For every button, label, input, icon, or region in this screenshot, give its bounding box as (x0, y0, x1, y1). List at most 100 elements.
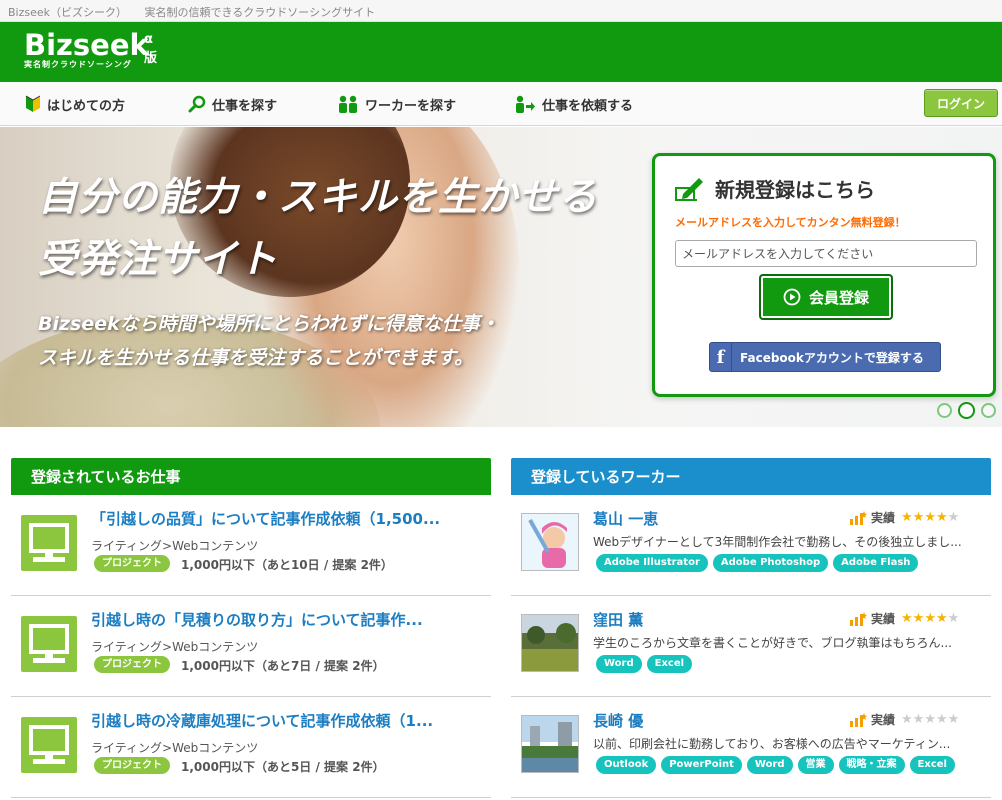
skill-tag[interactable]: Adobe Flash (833, 554, 919, 572)
star-filled-icon: ★ (935, 611, 948, 626)
hero-headline: 自分の能力・スキルを生かせる 受発注サイト (38, 167, 598, 291)
skill-tag[interactable]: Adobe Photoshop (712, 554, 829, 572)
skill-tag[interactable]: Excel (646, 655, 693, 673)
pencil-note-icon (675, 177, 703, 201)
play-circle-icon (783, 288, 801, 306)
facebook-register-label: Facebookアカウントで登録する (740, 350, 924, 365)
site-top-strip: Bizseek（ビズシーク） 実名制の信頼できるクラウドソーシングサイト (0, 0, 1002, 22)
nav-label-post-job: 仕事を依頼する (542, 98, 634, 114)
job-title-link[interactable]: 引越し時の「見積りの取り方」について記事作... (91, 609, 423, 630)
worker-rating: 実績 ★ ★ ★ ★ ★ (849, 509, 959, 526)
job-title-link[interactable]: 引越し時の冷蔵庫処理について記事作成依頼（1... (91, 710, 433, 731)
beginner-mark-icon (25, 95, 41, 112)
star-rating: ★ ★ ★ ★ ★ (901, 713, 959, 726)
worker-avatar[interactable] (521, 715, 579, 773)
job-category: ライティング>Webコンテンツ (91, 539, 259, 553)
workers-section: 登録しているワーカー 葛山 一恵 実績 ★ ★ ★ ★ ★ Webデザイナーとして3年間… (511, 458, 991, 798)
monitor-icon (21, 515, 77, 571)
nav-item-post-job[interactable]: 仕事を依頼する (514, 82, 633, 126)
nav-item-beginner[interactable]: はじめての方 (25, 82, 125, 126)
skill-tag[interactable]: Adobe Illustrator (596, 554, 708, 572)
login-button[interactable]: ログイン (924, 89, 998, 117)
nav-item-find-workers[interactable]: ワーカーを探す (337, 82, 456, 126)
jobs-heading: 登録されているお仕事 (11, 458, 491, 495)
register-submit-button[interactable]: 会員登録 (759, 274, 893, 320)
skill-tag[interactable]: PowerPoint (661, 756, 742, 774)
worker-rating: 実績 ★ ★ ★ ★ ★ (849, 610, 959, 627)
worker-avatar[interactable] (521, 513, 579, 571)
worker-rating: 実績 ★ ★ ★ ★ ★ (849, 711, 959, 728)
people-icon (339, 95, 357, 113)
star-rating: ★ ★ ★ ★ ★ (901, 511, 959, 524)
skill-tag[interactable]: Outlook (596, 756, 657, 774)
nav-label-beginner: はじめての方 (47, 98, 126, 114)
worker-description: 以前、印刷会社に勤務しており、お客様への広告やマーケティン... (593, 737, 951, 751)
star-empty-icon: ★ (935, 712, 948, 727)
job-type-badge: プロジェクト (94, 757, 170, 774)
slider-dot-2[interactable] (958, 402, 975, 419)
job-category: ライティング>Webコンテンツ (91, 741, 259, 755)
skill-tag[interactable]: Excel (909, 756, 955, 774)
slider-dot-3[interactable] (981, 403, 996, 418)
trophy-chart-icon (850, 611, 867, 626)
star-filled-icon: ★ (924, 611, 936, 626)
jobs-section: 登録されているお仕事 「引越しの品質」について記事作成依頼（1,500... ラ… (11, 458, 491, 798)
facebook-register-button[interactable]: f Facebookアカウントで登録する (709, 342, 941, 372)
main-nav: はじめての方 仕事を探す ワーカーを探す 仕事を依頼する ログイン (0, 82, 1002, 126)
site-subtitle-text: 実名制の信頼できるクラウドソーシングサイト (144, 6, 376, 19)
bizseek-logo[interactable]: Bizseek α版 実名制クラウドソーシング (24, 28, 157, 70)
job-item: 引越し時の「見積りの取り方」について記事作... ライティング>Webコンテンツ… (11, 596, 491, 697)
skill-tag[interactable]: 営業 (797, 756, 834, 774)
job-info: 1,000円以下（あと10日 / 提案 2件） (181, 558, 393, 572)
star-rating: ★ ★ ★ ★ ★ (901, 612, 959, 625)
worker-name-link[interactable]: 窪田 薫 (593, 609, 643, 630)
slider-dot-1[interactable] (937, 403, 952, 418)
rating-label: 実績 (871, 713, 896, 727)
facebook-icon: f (710, 343, 732, 371)
rating-label: 実績 (871, 511, 896, 525)
job-title-link[interactable]: 「引越しの品質」について記事作成依頼（1,500... (91, 508, 440, 529)
workers-heading: 登録しているワーカー (511, 458, 991, 495)
site-title-text: Bizseek（ビズシーク） (8, 6, 128, 19)
register-subtitle: メールアドレスを入力してカンタン無料登録！ (675, 216, 906, 229)
skill-tag[interactable]: Word (596, 655, 642, 673)
star-filled-icon: ★ (924, 510, 936, 525)
job-type-badge: プロジェクト (94, 656, 170, 673)
hero-headline-line1: 自分の能力・スキルを生かせる (38, 175, 599, 220)
nav-label-find-work: 仕事を探す (212, 98, 278, 114)
logo-wordmark: Bizseek (24, 28, 149, 62)
worker-avatar[interactable] (521, 614, 579, 672)
job-info: 1,000円以下（あと7日 / 提案 2件） (181, 659, 385, 673)
job-category: ライティング>Webコンテンツ (91, 640, 259, 654)
logo-tagline: 実名制クラウドソーシング (24, 60, 132, 69)
star-empty-icon: ★ (947, 712, 960, 727)
email-input[interactable] (675, 240, 977, 267)
worker-skill-tags: Adobe Illustrator Adobe Photoshop Adobe Fl… (596, 554, 919, 572)
nav-label-find-workers: ワーカーを探す (365, 98, 457, 114)
worker-name-link[interactable]: 葛山 一恵 (593, 508, 658, 529)
register-box: 新規登録はこちら メールアドレスを入力してカンタン無料登録！ 会員登録 f Fa… (652, 153, 996, 397)
worker-skill-tags: Outlook PowerPoint Word 営業 戦略・立案 Excel (596, 756, 955, 774)
hero-body-line2: スキルを生かせる仕事を受注することができます。 (38, 347, 474, 369)
worker-item: 長崎 優 実績 ★ ★ ★ ★ ★ 以前、印刷会社に勤務しており、お客様への広告やマーケ… (511, 697, 991, 798)
skill-tag[interactable]: Word (746, 756, 793, 774)
worker-skill-tags: Word Excel (596, 655, 693, 673)
job-item: 「引越しの品質」について記事作成依頼（1,500... ライティング>Webコン… (11, 495, 491, 596)
nav-item-find-work[interactable]: 仕事を探す (188, 82, 277, 126)
star-filled-icon: ★ (912, 510, 925, 525)
hero-banner: 自分の能力・スキルを生かせる 受発注サイト Bizseekなら時間や場所にとらわ… (0, 127, 1002, 427)
monitor-icon (21, 616, 77, 672)
star-empty-icon: ★ (912, 712, 925, 727)
worker-name-link[interactable]: 長崎 優 (593, 710, 643, 731)
hero-body-line1: Bizseekなら時間や場所にとらわれずに得意な仕事・ (38, 313, 499, 335)
register-title: 新規登録はこちら (675, 174, 875, 203)
skill-tag[interactable]: 戦略・立案 (838, 756, 905, 774)
logo-version: α版 (144, 32, 158, 66)
star-filled-icon: ★ (901, 611, 913, 626)
star-filled-icon: ★ (901, 510, 913, 525)
star-empty-icon: ★ (901, 712, 913, 727)
worker-description: 学生のころから文章を書くことが好きで、ブログ執筆はもちろん... (593, 636, 952, 650)
hero-body: Bizseekなら時間や場所にとらわれずに得意な仕事・ スキルを生かせる仕事を受… (38, 307, 499, 375)
person-arrow-icon (516, 95, 535, 113)
register-submit-label: 会員登録 (808, 288, 869, 307)
